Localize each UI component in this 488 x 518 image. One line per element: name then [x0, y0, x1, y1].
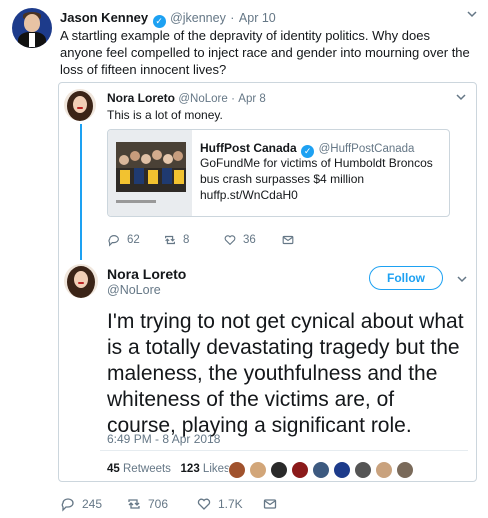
action-dm[interactable] [262, 496, 278, 512]
liker-avatar[interactable] [375, 461, 393, 479]
engagement-counts: 45 Retweets 123 Likes [107, 463, 230, 475]
reply-action-dm[interactable] [281, 233, 295, 247]
liker-avatar[interactable] [291, 461, 309, 479]
expanded-author-name[interactable]: Nora Loreto [107, 266, 186, 282]
reply-count: 62 [127, 234, 140, 246]
reply-action-retweet[interactable]: 8 [163, 233, 189, 247]
liker-avatar[interactable] [270, 461, 288, 479]
likes-label: Likes [202, 463, 230, 475]
liker-avatar[interactable] [354, 461, 372, 479]
chevron-down-icon[interactable] [466, 8, 478, 23]
card-author-name[interactable]: HuffPost Canada [200, 141, 297, 155]
tweet-header: Jason Kenney ✓ @jkenney · Apr 10 [60, 9, 276, 28]
follow-button[interactable]: Follow [369, 266, 443, 290]
card-author-handle[interactable]: @HuffPostCanada [319, 143, 415, 155]
like-count: 36 [243, 234, 256, 246]
reply-action-like[interactable]: 36 [223, 233, 256, 247]
author-name[interactable]: Jason Kenney [60, 10, 148, 25]
dm-icon [263, 499, 277, 509]
author-handle[interactable]: @jkenney [170, 11, 226, 25]
like-icon [197, 498, 211, 510]
link-card[interactable]: HuffPost Canada ✓ @HuffPostCanada GoFund… [107, 129, 450, 217]
retweets-count: 45 [107, 463, 120, 475]
separator-dot: · [230, 11, 235, 25]
retweets-label: Retweets [123, 463, 171, 475]
like-icon [224, 235, 236, 246]
like-count: 1.7K [218, 497, 243, 511]
card-text: GoFundMe for victims of Humboldt Broncos… [200, 156, 433, 202]
retweet-icon [165, 235, 175, 245]
separator-dot: · [231, 93, 235, 105]
reply-icon [61, 498, 74, 512]
liker-avatar[interactable] [249, 461, 267, 479]
reply-date[interactable]: Apr 8 [238, 93, 266, 105]
liker-avatar[interactable] [396, 461, 414, 479]
tweet-text: A startling example of the depravity of … [60, 28, 470, 77]
retweet-icon [128, 499, 140, 509]
retweet-count: 8 [183, 234, 190, 246]
likers-avatars[interactable] [228, 461, 418, 481]
reply-header: Nora Loreto @NoLore · Apr 8 [107, 91, 266, 105]
chevron-down-icon[interactable] [455, 90, 467, 108]
action-like[interactable]: 1.7K [196, 496, 243, 512]
reply-count: 245 [82, 497, 103, 511]
chevron-down-icon[interactable] [456, 272, 468, 290]
expanded-author-avatar[interactable] [64, 264, 98, 298]
author-avatar[interactable] [12, 8, 52, 48]
reply-author-handle[interactable]: @NoLore [178, 93, 227, 105]
reply-author-name[interactable]: Nora Loreto [107, 91, 175, 105]
likes-count: 123 [180, 463, 200, 475]
liker-avatar[interactable] [228, 461, 246, 479]
action-retweet[interactable]: 706 [126, 496, 168, 512]
action-reply[interactable]: 245 [60, 496, 102, 512]
reply-text: This is a lot of money. [107, 108, 223, 122]
likes-stat[interactable]: 123 Likes [181, 463, 230, 475]
retweet-count: 706 [148, 497, 169, 511]
liker-avatar[interactable] [333, 461, 351, 479]
reply-author-avatar[interactable] [64, 89, 96, 121]
retweets-stat[interactable]: 45 Retweets [107, 463, 171, 475]
liker-avatar[interactable] [312, 461, 330, 479]
dm-icon [282, 235, 294, 245]
reply-icon [108, 235, 119, 247]
expanded-tweet-text: I'm trying to not get cynical about what… [107, 310, 464, 437]
thread-line [80, 124, 82, 260]
expanded-timestamp[interactable]: 6:49 PM - 8 Apr 2018 [107, 432, 220, 446]
expanded-author-handle[interactable]: @NoLore [107, 283, 161, 297]
card-thumbnail [108, 130, 192, 216]
divider [100, 450, 468, 451]
tweet-date[interactable]: Apr 10 [239, 11, 276, 25]
reply-action-reply[interactable]: 62 [107, 233, 140, 247]
